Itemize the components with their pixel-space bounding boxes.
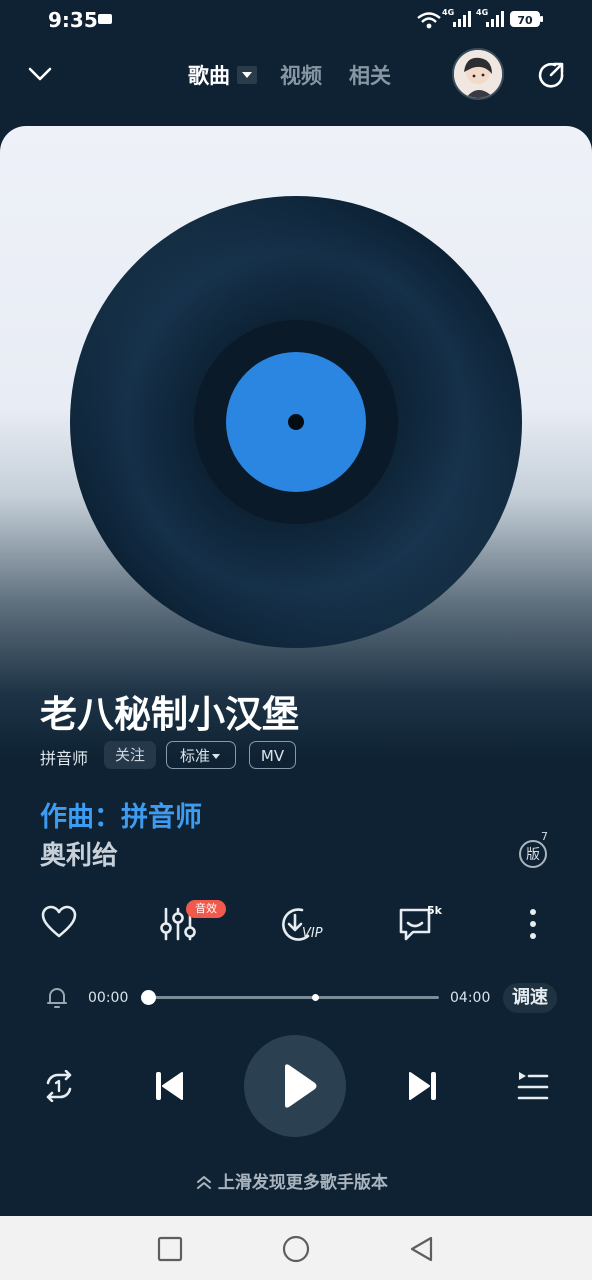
previous-icon[interactable] bbox=[154, 1070, 184, 1102]
effect-badge: 音效 bbox=[186, 900, 226, 918]
bell-icon[interactable] bbox=[45, 984, 69, 1010]
home-icon[interactable] bbox=[282, 1235, 310, 1263]
playlist-icon[interactable] bbox=[516, 1069, 550, 1103]
share-icon[interactable] bbox=[537, 61, 565, 89]
quality-selector[interactable]: 标准 bbox=[166, 741, 236, 769]
swipe-up-hint-label: 上滑发现更多歌手版本 bbox=[217, 1173, 388, 1193]
tab-videos[interactable]: 视频 bbox=[280, 60, 322, 90]
vinyl-disc[interactable] bbox=[68, 194, 524, 650]
composer-line: 作曲：拼音师 bbox=[40, 802, 202, 833]
progress-marker bbox=[312, 994, 319, 1001]
tab-dropdown-toggle[interactable] bbox=[237, 66, 257, 84]
heart-icon[interactable] bbox=[40, 905, 78, 939]
chevron-down-icon[interactable] bbox=[27, 64, 53, 84]
repeat-one-icon[interactable] bbox=[42, 1070, 76, 1102]
comment-count: 5k bbox=[427, 904, 442, 917]
mv-button[interactable]: MV bbox=[249, 741, 296, 769]
versions-button[interactable]: 版 bbox=[519, 840, 547, 868]
current-time: 00:00 bbox=[88, 990, 129, 1006]
singer-name[interactable]: 拼音师 bbox=[40, 745, 88, 769]
status-bar: 9:35 4G 4G 70 bbox=[0, 0, 592, 40]
wifi-icon bbox=[417, 12, 441, 29]
progress-knob[interactable] bbox=[141, 990, 156, 1005]
next-icon[interactable] bbox=[408, 1070, 438, 1102]
recent-apps-icon[interactable] bbox=[157, 1236, 183, 1262]
system-nav-bar bbox=[0, 1216, 592, 1280]
play-icon bbox=[285, 1064, 317, 1108]
caret-down-icon bbox=[212, 754, 220, 759]
signal-icon bbox=[453, 11, 471, 27]
back-icon[interactable] bbox=[409, 1236, 435, 1262]
avatar[interactable] bbox=[452, 48, 504, 100]
caret-down-icon bbox=[242, 72, 252, 78]
more-icon[interactable] bbox=[527, 907, 539, 941]
battery-icon: 70 bbox=[510, 11, 540, 27]
swipe-up-hint[interactable]: 上滑发现更多歌手版本 bbox=[196, 1168, 388, 1193]
download-vip-tag: VIP bbox=[302, 926, 323, 941]
total-time: 04:00 bbox=[450, 990, 491, 1006]
quality-label: 标准 bbox=[179, 747, 210, 765]
avatar-image bbox=[454, 50, 502, 98]
signal-icon bbox=[486, 11, 504, 27]
status-time: 9:35 bbox=[48, 8, 98, 32]
follow-button[interactable]: 关注 bbox=[104, 741, 156, 769]
screen-record-icon bbox=[98, 14, 112, 24]
play-button[interactable] bbox=[244, 1035, 346, 1137]
song-title: 老八秘制小汉堡 bbox=[40, 693, 299, 736]
battery-tip bbox=[540, 16, 543, 22]
speed-button[interactable]: 调速 bbox=[503, 983, 557, 1013]
tab-related[interactable]: 相关 bbox=[349, 60, 391, 90]
progress-track[interactable] bbox=[149, 996, 439, 999]
lyric-line: 奥利给 bbox=[40, 841, 119, 871]
version-count: 7 bbox=[541, 830, 548, 843]
double-chevron-up-icon bbox=[197, 1176, 211, 1189]
tab-songs[interactable]: 歌曲 bbox=[188, 60, 230, 90]
